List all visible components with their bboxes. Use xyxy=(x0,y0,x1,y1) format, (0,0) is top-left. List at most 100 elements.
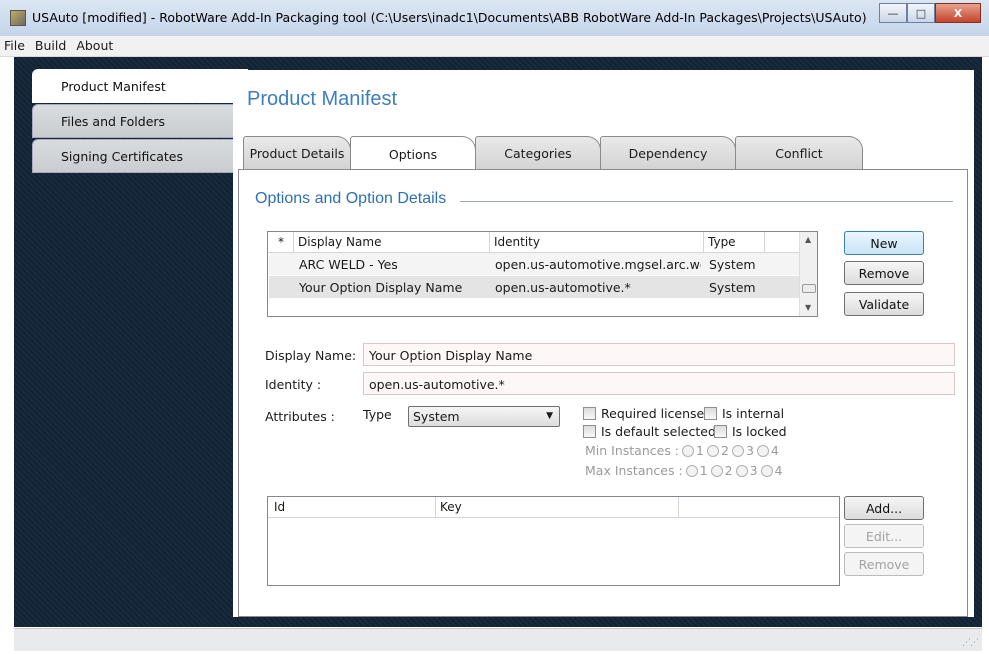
content-area: Product Manifest Product Details Options… xyxy=(233,70,974,617)
min-instances-radio[interactable] xyxy=(706,444,719,457)
nav-files-and-folders[interactable]: Files and Folders xyxy=(32,104,248,138)
menu-file[interactable]: File xyxy=(0,36,31,56)
menu-build[interactable]: Build xyxy=(31,36,72,56)
max-instances-radio[interactable] xyxy=(685,464,698,477)
column-separator xyxy=(678,497,679,517)
row-identity: open.us-automotive.* xyxy=(495,280,631,295)
close-icon: X xyxy=(953,6,963,20)
scroll-thumb[interactable] xyxy=(802,284,816,293)
scroll-up-icon[interactable]: ▲ xyxy=(805,235,811,244)
add-key-button[interactable]: Add... xyxy=(844,496,924,520)
checkbox-box[interactable] xyxy=(704,407,717,420)
resize-grip-icon[interactable]: ⋰⋰ xyxy=(962,638,979,648)
keys-grid[interactable]: Id Key xyxy=(267,496,840,586)
edit-key-button[interactable]: Edit... xyxy=(844,524,924,548)
min-instances-radio[interactable] xyxy=(756,444,769,457)
window-title: USAuto [modified] - RobotWare Add-In Pac… xyxy=(32,10,867,25)
checkbox-box[interactable] xyxy=(583,425,596,438)
options-grid-scrollbar[interactable]: ▲ ▼ xyxy=(799,232,817,316)
close-button[interactable]: X xyxy=(935,3,981,23)
column-header-marker: * xyxy=(278,235,284,249)
page-title: Product Manifest xyxy=(247,88,398,110)
radio-label: 4 xyxy=(774,463,783,478)
validate-button[interactable]: Validate xyxy=(844,292,924,316)
maximize-button[interactable]: □ xyxy=(907,3,935,23)
max-instances-radio[interactable] xyxy=(760,464,773,477)
column-header-type[interactable]: Type xyxy=(708,235,736,249)
tab-conflict[interactable]: Conflict xyxy=(735,136,863,170)
min-instances-group: Min Instances : 1 2 3 4 xyxy=(585,443,779,458)
is-internal-label: Is internal xyxy=(722,406,785,421)
radio-label: 2 xyxy=(724,463,733,478)
tab-product-details[interactable]: Product Details xyxy=(243,136,351,170)
column-separator xyxy=(703,232,704,252)
remove-option-button[interactable]: Remove xyxy=(844,261,924,285)
column-separator xyxy=(489,232,490,252)
is-locked-label: Is locked xyxy=(732,424,787,439)
identity-field[interactable]: open.us-automotive.* xyxy=(363,372,955,395)
column-header-key[interactable]: Key xyxy=(440,500,462,514)
menu-bar: File Build About xyxy=(0,36,989,57)
attributes-label: Attributes : xyxy=(265,409,335,424)
nav-product-manifest[interactable]: Product Manifest xyxy=(32,69,248,103)
column-header-id[interactable]: Id xyxy=(274,500,285,514)
tab-strip: Product Details Options Categories Depen… xyxy=(243,136,863,171)
new-option-button[interactable]: New xyxy=(844,231,924,255)
table-row[interactable]: Your Option Display Name open.us-automot… xyxy=(269,276,816,298)
radio-label: 1 xyxy=(696,443,704,458)
max-instances-radio[interactable] xyxy=(710,464,723,477)
tab-options[interactable]: Options xyxy=(350,136,476,171)
min-instances-radio[interactable] xyxy=(731,444,744,457)
type-select[interactable]: System ▼ xyxy=(408,406,560,427)
dropdown-arrow-icon: ▼ xyxy=(546,411,553,421)
column-header-display-name[interactable]: Display Name xyxy=(298,235,381,249)
title-bar: USAuto [modified] - RobotWare Add-In Pac… xyxy=(0,0,989,36)
display-name-label: Display Name: xyxy=(265,348,357,363)
scroll-down-icon[interactable]: ▼ xyxy=(805,303,811,312)
remove-key-button[interactable]: Remove xyxy=(844,552,924,576)
max-instances-radio[interactable] xyxy=(735,464,748,477)
max-instances-group: Max Instances : 1 2 3 4 xyxy=(585,463,783,478)
menu-about[interactable]: About xyxy=(72,36,119,56)
radio-label: 1 xyxy=(699,463,708,478)
left-navigation: Product Manifest Files and Folders Signi… xyxy=(32,69,248,174)
column-separator xyxy=(293,232,294,252)
tab-categories[interactable]: Categories xyxy=(475,136,601,170)
row-display-name: Your Option Display Name xyxy=(299,280,463,295)
required-license-checkbox[interactable]: Required license xyxy=(583,406,704,421)
identity-label: Identity : xyxy=(265,377,322,392)
is-locked-checkbox[interactable]: Is locked xyxy=(714,424,787,439)
section-title: Options and Option Details xyxy=(255,190,461,208)
column-header-identity[interactable]: Identity xyxy=(494,235,540,249)
checkbox-box[interactable] xyxy=(714,425,727,438)
radio-label: 3 xyxy=(745,443,754,458)
row-display-name: ARC WELD - Yes xyxy=(299,257,398,272)
type-select-value: System xyxy=(413,409,460,424)
required-license-label: Required license xyxy=(601,406,705,421)
row-type: System xyxy=(709,257,756,272)
column-separator xyxy=(764,232,765,252)
table-row[interactable]: ARC WELD - Yes open.us-automotive.mgsel.… xyxy=(269,253,816,275)
is-internal-checkbox[interactable]: Is internal xyxy=(704,406,784,421)
max-instances-label: Max Instances : xyxy=(585,463,683,478)
is-default-selected-checkbox[interactable]: Is default selected xyxy=(583,424,716,439)
nav-signing-certificates[interactable]: Signing Certificates xyxy=(32,139,248,173)
keys-grid-header: Id Key xyxy=(268,497,839,518)
column-separator xyxy=(435,497,436,517)
status-bar: ⋰⋰ xyxy=(14,628,982,651)
minimize-button[interactable]: — xyxy=(879,3,907,23)
options-panel: Options and Option Details * Display Nam… xyxy=(238,169,968,617)
tab-dependency[interactable]: Dependency xyxy=(600,136,736,170)
radio-label: 4 xyxy=(770,443,779,458)
row-identity: open.us-automotive.mgsel.arc.weld xyxy=(495,257,701,272)
radio-label: 3 xyxy=(749,463,758,478)
options-grid-header: * Display Name Identity Type xyxy=(268,232,817,253)
radio-label: 2 xyxy=(720,443,729,458)
display-name-field[interactable]: Your Option Display Name xyxy=(363,343,955,366)
maximize-icon: □ xyxy=(915,6,927,20)
checkbox-box[interactable] xyxy=(583,407,596,420)
min-instances-radio[interactable] xyxy=(682,444,695,457)
app-icon xyxy=(10,10,26,26)
options-grid[interactable]: * Display Name Identity Type ARC WELD - … xyxy=(267,231,818,317)
min-instances-label: Min Instances : xyxy=(585,443,680,458)
